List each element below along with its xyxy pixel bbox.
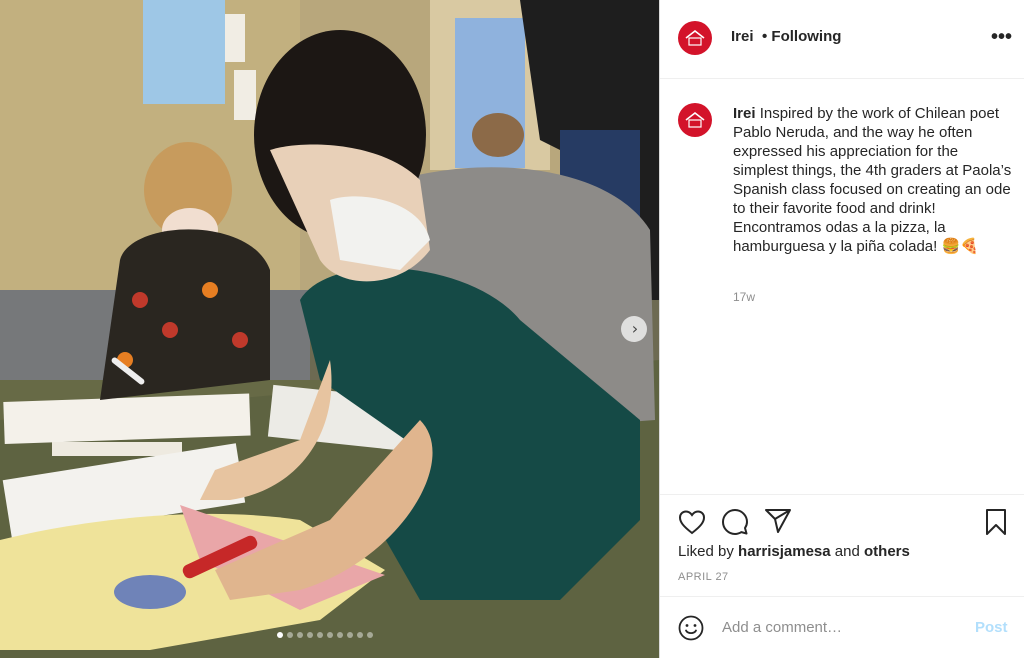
actions-divider [660,494,1024,496]
bookmark-icon[interactable] [984,508,1008,536]
likes-joiner: and [834,543,860,560]
slide-dot [307,632,313,638]
avatar[interactable] [678,21,712,55]
likes-line: Liked by harrisjamesa and others [678,543,910,560]
comment-icon[interactable] [721,508,749,536]
slide-dot [317,632,323,638]
slide-dot [357,632,363,638]
post-photo[interactable]: › [0,0,659,658]
post-date[interactable]: APRIL 27 [678,571,729,583]
irei-logo-icon [685,30,705,46]
post-caption: Irei Inspired by the work of Chilean poe… [733,104,1017,256]
emoji-icon[interactable] [678,615,704,641]
slide-indicator [277,632,373,638]
heart-icon[interactable] [678,509,706,535]
following-status[interactable]: • Following [762,28,841,45]
slide-dot [287,632,293,638]
photo-illustration [0,0,659,658]
irei-logo-icon [685,112,705,128]
username[interactable]: Irei [731,28,754,45]
more-options-icon[interactable]: ••• [991,27,1012,47]
chevron-right-icon: › [631,319,639,338]
slide-dot [327,632,333,638]
caption-text: Inspired by the work of Chilean poet Pab… [733,105,1012,255]
slide-dot [297,632,303,638]
slide-dot [337,632,343,638]
caption-username[interactable]: Irei [733,105,756,122]
instagram-post: › Irei • Following ••• Irei Inspired by … [0,0,1024,658]
next-slide-button[interactable]: › [621,316,647,342]
comment-input[interactable] [722,619,962,636]
share-icon[interactable] [764,508,792,534]
comment-bar: Post [660,596,1024,659]
liked-by-others[interactable]: others [864,543,910,560]
liked-by-user[interactable]: harrisjamesa [738,543,831,560]
likes-prefix: Liked by [678,543,734,560]
slide-dot [367,632,373,638]
post-header: Irei • Following ••• [660,0,1024,79]
post-comment-button[interactable]: Post [975,619,1008,636]
slide-dot [347,632,353,638]
caption-time: 17w [733,290,756,304]
post-sidebar: Irei • Following ••• Irei Inspired by th… [659,0,1024,658]
caption-avatar[interactable] [678,103,712,137]
slide-dot [277,632,283,638]
